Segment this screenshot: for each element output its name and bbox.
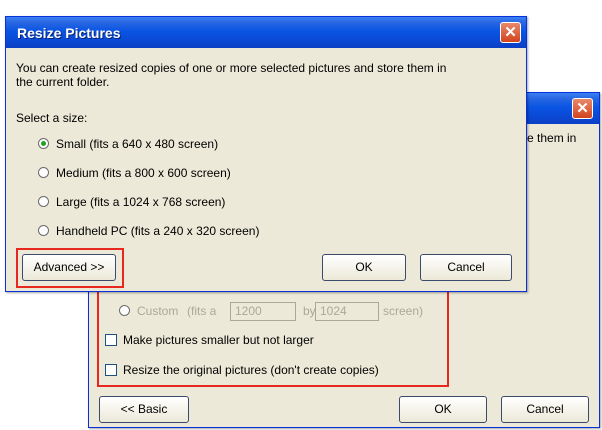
size-handheld-radio[interactable] [38,225,49,236]
size-small-radio[interactable] [38,138,49,149]
resize-pictures-dialog: Resize Pictures ✕ You can create resized… [5,16,527,292]
cancel-button[interactable]: Cancel [420,254,512,281]
ok-button[interactable]: OK [322,254,406,281]
smaller-not-larger-option[interactable]: Make pictures smaller but not larger [105,331,405,351]
resize-original-option[interactable]: Resize the original pictures (don't crea… [105,361,445,381]
advanced-ok-button[interactable]: OK [399,396,487,423]
custom-width-field[interactable]: 1200 [230,302,296,321]
size-medium-radio[interactable] [38,167,49,178]
size-small-label: Small (fits a 640 x 480 screen) [56,137,219,151]
size-option-large[interactable]: Large (fits a 1024 x 768 screen) [38,193,298,213]
dialog-title: Resize Pictures [17,25,121,41]
dialog-close-button[interactable]: ✕ [500,22,521,43]
size-large-label: Large (fits a 1024 x 768 screen) [56,195,226,209]
basic-button[interactable]: << Basic [99,396,189,423]
size-handheld-label: Handheld PC (fits a 240 x 320 screen) [56,224,260,238]
dialog-description-line-1: You can create resized copies of one or … [16,61,447,75]
size-large-radio[interactable] [38,196,49,207]
custom-size-option[interactable]: Custom (fits a 1200 by 1024 screen) [119,302,439,322]
smaller-not-larger-label: Make pictures smaller but not larger [123,333,314,347]
size-option-medium[interactable]: Medium (fits a 800 x 600 screen) [38,164,298,184]
advanced-dialog-close-button[interactable]: ✕ [572,98,593,119]
custom-screen-label: screen) [383,304,424,318]
size-option-small[interactable]: Small (fits a 640 x 480 screen) [38,135,298,155]
size-medium-label: Medium (fits a 800 x 600 screen) [56,166,231,180]
custom-height-field[interactable]: 1024 [315,302,379,321]
custom-size-radio[interactable] [119,305,130,316]
dialog-description-line-2: the current folder. [16,75,110,89]
custom-fits-label: (fits a [187,304,217,318]
custom-by-label: by [303,304,316,318]
select-size-label: Select a size: [16,111,88,125]
resize-original-label: Resize the original pictures (don't crea… [123,363,379,377]
size-option-handheld[interactable]: Handheld PC (fits a 240 x 320 screen) [38,222,338,242]
advanced-dialog-partial-description: e them in [527,131,577,145]
resize-original-checkbox[interactable] [105,364,117,376]
dialog-description: You can create resized copies of one or … [16,61,521,89]
smaller-not-larger-checkbox[interactable] [105,334,117,346]
advanced-button[interactable]: Advanced >> [22,254,116,281]
custom-size-label: Custom [137,304,179,318]
advanced-cancel-button[interactable]: Cancel [501,396,589,423]
